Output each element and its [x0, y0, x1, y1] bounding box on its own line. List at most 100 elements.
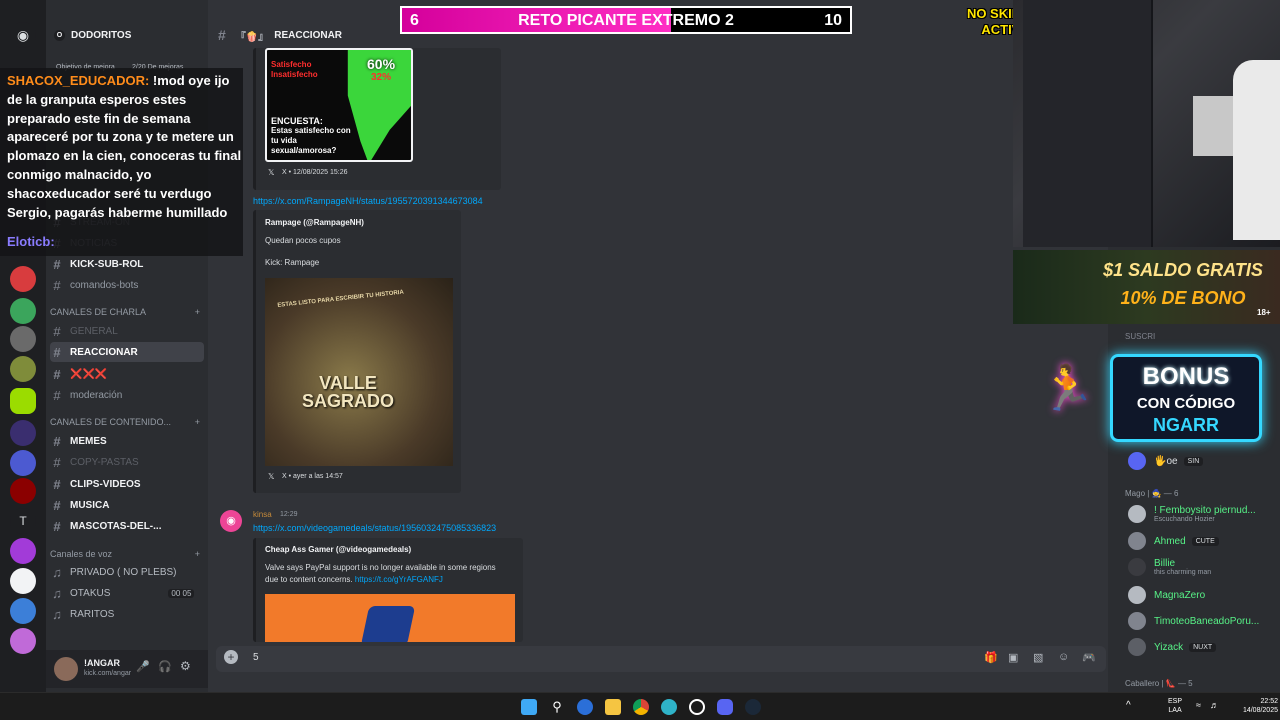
- chevron-up-icon[interactable]: ^: [1126, 700, 1131, 711]
- clock[interactable]: 22:52 14/08/2025: [1222, 697, 1278, 715]
- avatar: [1128, 505, 1146, 523]
- member-item[interactable]: MagnaZero: [1128, 584, 1278, 606]
- channel-charla[interactable]: # moderación: [50, 385, 204, 405]
- sponsor-banner[interactable]: $1 SALDO GRATIS 10% DE BONO 18+: [1013, 250, 1280, 324]
- apps-icon[interactable]: 🎮: [1082, 651, 1096, 664]
- add-attachment-icon[interactable]: +: [224, 650, 238, 664]
- voice-channel[interactable]: ♫ OTAKUS 00 05: [50, 583, 204, 603]
- channel-item[interactable]: # comandos-bots: [50, 275, 204, 295]
- obs-icon[interactable]: [689, 699, 705, 715]
- channel-contenido[interactable]: # MUSICA: [50, 495, 204, 515]
- message-author[interactable]: kinsa: [253, 510, 272, 519]
- member-item[interactable]: ! Femboysito piernud... Escuchando Hozier: [1128, 503, 1278, 525]
- server-icon[interactable]: [10, 298, 36, 324]
- channel-item[interactable]: # KICK-SUB-ROL: [50, 254, 204, 274]
- voice-channel[interactable]: ♫ RARITOS: [50, 604, 204, 624]
- channel-contenido[interactable]: # CLIPS-VIDEOS: [50, 474, 204, 494]
- member-item[interactable]: Billie this charming man: [1128, 556, 1278, 578]
- file-explorer-icon[interactable]: [605, 699, 621, 715]
- poll-image[interactable]: Satisfecho Insatisfecho 60% 32% ENCUESTA…: [265, 48, 413, 162]
- x-logo-icon: 𝕏: [268, 472, 275, 481]
- username: !ANGAR: [84, 658, 120, 668]
- member-item[interactable]: Yizack NUXT: [1128, 636, 1278, 658]
- microphone-icon[interactable]: 🎤: [136, 660, 150, 673]
- server-icon[interactable]: [10, 420, 36, 446]
- gif-icon[interactable]: ▣: [1008, 651, 1018, 664]
- channel-label: MASCOTAS-DEL-...: [70, 520, 162, 532]
- member-item[interactable]: TimoteoBaneadoPoru...: [1128, 610, 1278, 632]
- gift-icon[interactable]: 🎁: [984, 651, 998, 664]
- server-icon[interactable]: [10, 628, 36, 654]
- windows-start-icon[interactable]: [521, 699, 537, 715]
- emoji-icon[interactable]: ☺: [1058, 651, 1069, 663]
- member-item[interactable]: Ahmed CUTE: [1128, 530, 1278, 552]
- chrome-icon[interactable]: [633, 699, 649, 715]
- hash-icon: #: [53, 518, 61, 534]
- channel-charla[interactable]: # REACCIONAR: [50, 342, 204, 362]
- message-link[interactable]: https://x.com/videogamedeals/status/1956…: [253, 523, 496, 533]
- category-contenido[interactable]: CANALES DE CONTENIDO... +: [50, 417, 200, 427]
- server-icon[interactable]: [10, 478, 36, 504]
- category-charla[interactable]: CANALES DE CHARLA +: [50, 307, 200, 317]
- discord-icon[interactable]: [717, 699, 733, 715]
- user-limit-badge: 00 05: [168, 588, 195, 598]
- member-name: Ahmed: [1154, 535, 1186, 547]
- channel-label: CLIPS-VIDEOS: [70, 478, 141, 490]
- plus-icon[interactable]: +: [195, 307, 200, 317]
- server-icon[interactable]: [10, 356, 36, 382]
- channel-charla[interactable]: # GENERAL: [50, 321, 204, 341]
- plus-icon[interactable]: +: [195, 549, 200, 559]
- composer-input[interactable]: 5: [253, 652, 259, 663]
- member-name: ! Femboysito piernud...: [1154, 505, 1256, 516]
- channel-contenido[interactable]: # MEMES: [50, 431, 204, 451]
- progress-goal: 10: [824, 12, 842, 29]
- language-indicator[interactable]: ESP LAA: [1168, 697, 1182, 715]
- volume-icon[interactable]: ♬: [1210, 700, 1219, 710]
- channel-charla[interactable]: # ❌❌❌: [50, 364, 204, 384]
- server-icon[interactable]: [10, 326, 36, 352]
- channel-label: KICK-SUB-ROL: [70, 258, 144, 270]
- headphones-icon[interactable]: 🎧: [158, 660, 172, 673]
- server-icon[interactable]: T: [10, 508, 36, 534]
- plus-icon[interactable]: +: [195, 417, 200, 427]
- server-icon[interactable]: [10, 388, 36, 414]
- embed-image[interactable]: ESTAS LISTO PARA ESCRIBIR TU HISTORIA VA…: [265, 278, 453, 466]
- wifi-icon[interactable]: ≈: [1196, 700, 1201, 710]
- avatar[interactable]: ◉: [220, 510, 242, 532]
- category-label: CANALES DE CONTENIDO...: [50, 417, 172, 427]
- sponsor-line: 10% DE BONO: [1120, 288, 1246, 308]
- clock-date: 14/08/2025: [1242, 707, 1278, 714]
- embed-text: Kick: Rampage: [265, 258, 320, 267]
- channel-emoji-icon: 『🍿』: [235, 31, 269, 43]
- chat-message: SHACOX_EDUCADOR: !mod oye ijo de la gran…: [7, 72, 242, 222]
- server-icon[interactable]: [10, 598, 36, 624]
- channel-label: moderación: [70, 389, 123, 401]
- embed-author[interactable]: Rampage (@RampageNH): [265, 218, 364, 227]
- category-voz[interactable]: Canales de voz +: [50, 549, 200, 559]
- embed-footer: X • 12/08/2025 15:26: [282, 169, 348, 176]
- server-header[interactable]: O DODORITOS: [54, 26, 204, 44]
- embed-author[interactable]: Cheap Ass Gamer (@videogamedeals): [265, 545, 411, 554]
- hash-icon: #: [53, 344, 61, 360]
- search-icon[interactable]: ⚲: [549, 699, 565, 715]
- message-composer[interactable]: + 5 🎁 ▣ ▧ ☺ 🎮: [216, 646, 1106, 672]
- edge-icon[interactable]: [577, 699, 593, 715]
- avatar[interactable]: [54, 657, 78, 681]
- edge-browser-icon[interactable]: [661, 699, 677, 715]
- gear-icon[interactable]: ⚙: [180, 659, 191, 673]
- embed-image[interactable]: [265, 594, 515, 642]
- sticker-icon[interactable]: ▧: [1033, 651, 1043, 664]
- server-icon[interactable]: [10, 538, 36, 564]
- embed-link[interactable]: https://t.co/gYrAFGANFJ: [355, 575, 443, 584]
- channel-contenido[interactable]: # COPY-PASTAS: [50, 452, 204, 472]
- message-link[interactable]: https://x.com/RampageNH/status/195572039…: [253, 196, 483, 206]
- member-item[interactable]: 🖐️oe SIN: [1128, 450, 1278, 472]
- discord-home-icon[interactable]: ◉: [10, 22, 36, 48]
- poll-percent: 32%: [371, 72, 392, 83]
- server-icon[interactable]: [10, 266, 36, 292]
- channel-contenido[interactable]: # MASCOTAS-DEL-...: [50, 516, 204, 536]
- server-icon[interactable]: [10, 568, 36, 594]
- steam-icon[interactable]: [745, 699, 761, 715]
- voice-channel[interactable]: ♫ PRIVADO ( NO PLEBS): [50, 562, 204, 582]
- server-icon[interactable]: [10, 450, 36, 476]
